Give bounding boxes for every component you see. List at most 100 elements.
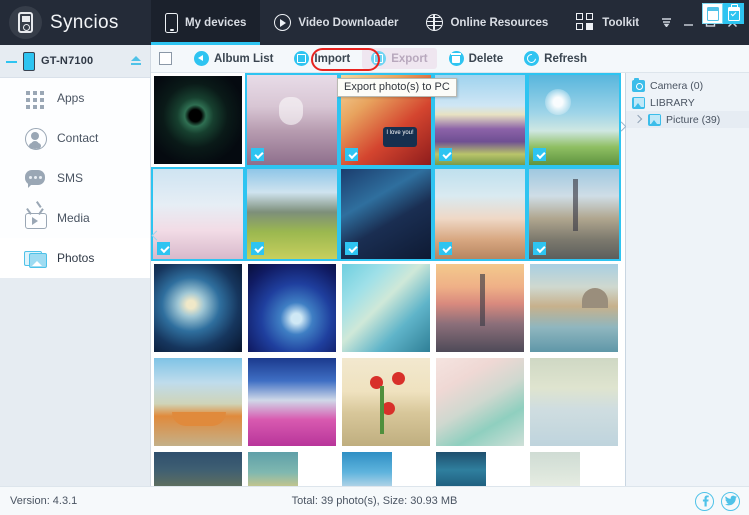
photo-cell[interactable]: [245, 449, 339, 486]
tree-node-camera[interactable]: Camera (0): [626, 77, 749, 94]
sidebar-item-label: Contact: [57, 131, 99, 145]
photo-checkbox[interactable]: [533, 242, 546, 255]
dome-silhouette: [582, 288, 608, 308]
photo-thumbnail: [342, 452, 392, 486]
boat-shape: [172, 412, 226, 426]
photo-grid: I love you!: [151, 73, 621, 486]
photo-image-venice-canal: [530, 264, 618, 352]
photo-cell[interactable]: [339, 449, 433, 486]
nav-label: My devices: [185, 16, 247, 29]
photo-checkbox[interactable]: [345, 242, 358, 255]
twitter-icon[interactable]: [721, 491, 740, 511]
album-tree-panel: Camera (0) LIBRARY Picture (39): [625, 73, 749, 486]
photo-cell[interactable]: [245, 73, 339, 167]
delete-button[interactable]: Delete: [440, 48, 513, 69]
photo-cell[interactable]: [527, 355, 621, 449]
sidebar-item-sms[interactable]: SMS: [0, 158, 150, 198]
photo-thumbnail: [530, 358, 618, 446]
import-button[interactable]: Import: [285, 48, 359, 69]
photo-image-galaxy-eye: [154, 76, 242, 164]
select-all-checkbox[interactable]: [159, 52, 172, 65]
tree-node-label: Picture (39): [666, 113, 721, 126]
tree-node-picture[interactable]: Picture (39): [626, 111, 749, 128]
tree-node-label: Camera (0): [650, 79, 704, 92]
photo-thumbnail: [527, 73, 621, 167]
photo-cell[interactable]: [433, 449, 527, 486]
grid-collapse-chevron-icon[interactable]: [151, 223, 160, 253]
photo-thumbnail: [436, 358, 524, 446]
photo-cell[interactable]: [245, 355, 339, 449]
photo-cell[interactable]: [339, 355, 433, 449]
photo-thumbnail: [433, 167, 527, 261]
export-button[interactable]: Export: [362, 48, 437, 69]
photo-image-rocky-shore: [154, 452, 242, 486]
status-bar: Version: 4.3.1 Total: 39 photo(s), Size:…: [0, 486, 749, 515]
minimize-button[interactable]: [677, 8, 699, 38]
photo-cell[interactable]: [527, 73, 621, 167]
camera-icon: [632, 78, 645, 92]
photo-image-white-blossom: [530, 452, 580, 486]
nav-item-toolkit[interactable]: Toolkit: [562, 0, 653, 45]
trash-icon: [448, 51, 464, 66]
phone-icon: [165, 12, 178, 33]
nav-label: Online Resources: [450, 16, 549, 29]
photo-checkbox[interactable]: [251, 242, 264, 255]
photo-cell[interactable]: [527, 449, 621, 486]
photo-checkbox[interactable]: [533, 148, 546, 161]
sidebar-item-label: Photos: [57, 251, 95, 265]
apple-glyph-icon: [279, 97, 303, 125]
back-arrow-icon: [194, 51, 209, 66]
photo-checkbox[interactable]: [439, 242, 452, 255]
nav-item-video-downloader[interactable]: Video Downloader: [260, 0, 412, 45]
media-player-icon: [9, 6, 42, 39]
photo-cell[interactable]: [339, 167, 433, 261]
photo-image-cloud-sky: [342, 452, 392, 486]
eject-icon[interactable]: [130, 55, 142, 67]
photo-checkbox[interactable]: [345, 148, 358, 161]
device-header[interactable]: GT-N7100: [0, 45, 150, 78]
photo-cell[interactable]: [339, 261, 433, 355]
photo-cell[interactable]: [151, 355, 245, 449]
button-label: Refresh: [544, 52, 587, 65]
album-list-button[interactable]: Album List: [185, 48, 282, 69]
tree-node-library[interactable]: LIBRARY: [626, 94, 749, 111]
import-icon: [294, 51, 310, 66]
app-title: Syncios: [50, 11, 119, 33]
chevron-right-icon[interactable]: [633, 114, 643, 124]
sidebar-item-photos[interactable]: Photos: [0, 238, 150, 278]
sidebar-list: Apps Contact SMS Media Photos: [0, 78, 150, 278]
facebook-icon[interactable]: [695, 491, 714, 511]
button-label: Import: [314, 52, 351, 65]
tree-node-label: LIBRARY: [650, 96, 695, 109]
checklist-view-toggle[interactable]: [723, 3, 744, 24]
photos-icon: [24, 247, 47, 269]
photo-cell[interactable]: [433, 261, 527, 355]
photo-cell[interactable]: [151, 261, 245, 355]
nav-item-online-resources[interactable]: Online Resources: [412, 0, 562, 45]
minus-icon[interactable]: [6, 56, 17, 67]
contact-icon: [24, 127, 47, 150]
calendar-view-toggle[interactable]: [702, 3, 723, 24]
sidebar-item-apps[interactable]: Apps: [0, 78, 150, 118]
nav-item-my-devices[interactable]: My devices: [151, 0, 261, 45]
photo-checkbox[interactable]: [251, 148, 264, 161]
total-label: Total: 39 photo(s), Size: 30.93 MB: [291, 495, 458, 507]
photo-checkbox[interactable]: [439, 148, 452, 161]
sidebar-item-contact[interactable]: Contact: [0, 118, 150, 158]
sidebar-item-media[interactable]: Media: [0, 198, 150, 238]
photo-cell[interactable]: [433, 167, 527, 261]
photo-cell[interactable]: [151, 449, 245, 486]
photo-thumbnail: [245, 167, 339, 261]
collapse-ribbon-button[interactable]: [655, 8, 677, 38]
refresh-button[interactable]: Refresh: [515, 48, 596, 69]
photo-cell[interactable]: [151, 73, 245, 167]
photo-cell[interactable]: [433, 355, 527, 449]
photo-cell[interactable]: [527, 261, 621, 355]
photo-cell[interactable]: [245, 261, 339, 355]
photo-cell[interactable]: [527, 167, 621, 261]
export-tooltip: Export photo(s) to PC: [337, 78, 457, 97]
photo-thumbnail: [530, 264, 618, 352]
photo-cell[interactable]: [245, 167, 339, 261]
photo-image-atoll-aerial: [342, 264, 430, 352]
photo-cell[interactable]: [151, 167, 245, 261]
